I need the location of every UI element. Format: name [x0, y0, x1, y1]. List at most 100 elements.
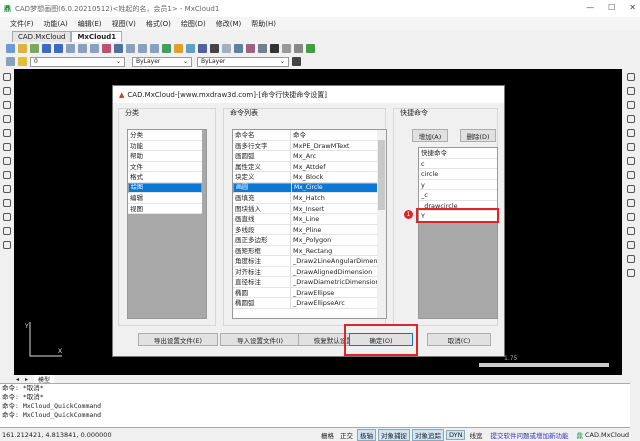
layer-state-icon[interactable]: [18, 57, 27, 66]
table-row[interactable]: 对齐标注 _DrawAlignedDimension: [233, 266, 378, 277]
copy-icon[interactable]: [627, 87, 635, 95]
canvas-scrollbar[interactable]: [479, 363, 609, 367]
table-row[interactable]: 画矩形框 Mx_Rectang: [233, 245, 378, 256]
category-list[interactable]: 分类 功能 帮助 文件 格式 绘图 编辑 视图: [127, 129, 207, 319]
tab-cad-mxcloud[interactable]: CAD.MxCloud: [12, 31, 72, 42]
menu-file[interactable]: 文件(F): [10, 19, 34, 29]
command-scrollbar[interactable]: [630, 383, 640, 428]
tab-prev-button[interactable]: ◂: [16, 376, 19, 383]
table-row[interactable]: 画圆弧 Mx_Arc: [233, 151, 378, 162]
table-row[interactable]: 块定义 Mx_Block: [233, 172, 378, 183]
shortcut-item[interactable]: c: [419, 159, 497, 169]
print-icon[interactable]: [258, 44, 267, 53]
shortcut-item[interactable]: circle: [419, 169, 497, 180]
extend-icon[interactable]: [627, 213, 635, 221]
array-icon[interactable]: [627, 129, 635, 137]
color-select[interactable]: ByLayer ⌄: [132, 56, 192, 67]
shortcut-item[interactable]: y: [419, 180, 497, 190]
osnap-toggle[interactable]: 对象捕捉: [378, 428, 410, 441]
fillet-icon[interactable]: [627, 255, 635, 263]
rectangle-icon[interactable]: [3, 101, 11, 109]
category-item[interactable]: 编辑: [128, 193, 202, 204]
command-window[interactable]: 命令: *取消* 命令: *取消* 命令: MxCloud_QuickComma…: [0, 383, 640, 428]
zoom-window-icon[interactable]: [66, 44, 75, 53]
table-row[interactable]: 画多行文字 MxPE_DrawMText: [233, 140, 378, 151]
zoom-extents-icon[interactable]: [126, 44, 135, 53]
minimize-button[interactable]: —: [586, 3, 594, 12]
properties-icon[interactable]: [234, 44, 243, 53]
category-item[interactable]: 功能: [128, 141, 202, 151]
match-icon[interactable]: [246, 44, 255, 53]
tab-mxcloud1[interactable]: MxCloud1: [71, 31, 123, 42]
layers-icon[interactable]: [198, 44, 207, 53]
save-icon[interactable]: [42, 44, 51, 53]
table-row[interactable]: 直径标注 _DrawDiametricDimension: [233, 277, 378, 288]
pencil-icon[interactable]: [174, 44, 183, 53]
polygon-icon[interactable]: [3, 115, 11, 123]
ucs-icon[interactable]: [114, 44, 123, 53]
polyline-icon[interactable]: [3, 87, 11, 95]
table-row[interactable]: 椭圆弧 _DrawEllipseArc: [233, 298, 378, 309]
table-row[interactable]: 图块插入 Mx_Insert: [233, 203, 378, 214]
menu-help[interactable]: 帮助(H): [251, 19, 276, 29]
spline-icon[interactable]: [3, 157, 11, 165]
table-row[interactable]: 多线段 Mx_Pline: [233, 224, 378, 235]
help-icon[interactable]: [294, 44, 303, 53]
polar-toggle[interactable]: 极轴: [357, 428, 376, 441]
chart-icon[interactable]: [186, 44, 195, 53]
import-settings-button[interactable]: 导入设置文件(I): [220, 333, 300, 346]
zoom-in-icon[interactable]: [78, 44, 87, 53]
move-tool-icon[interactable]: [627, 143, 635, 151]
pan-icon[interactable]: [102, 44, 111, 53]
otrack-toggle[interactable]: 对象追踪: [412, 428, 444, 441]
circle-icon[interactable]: [3, 143, 11, 151]
open-icon[interactable]: [18, 44, 27, 53]
menu-modify[interactable]: 修改(M): [216, 19, 242, 29]
scrollbar-thumb[interactable]: [378, 140, 385, 210]
open-folder-icon[interactable]: [30, 44, 39, 53]
category-item[interactable]: 文件: [128, 162, 202, 172]
zoom-realtime-icon[interactable]: [138, 44, 147, 53]
menu-format[interactable]: 格式(O): [146, 19, 171, 29]
layer-select[interactable]: 0 ⌄: [30, 56, 125, 67]
shortcut-item[interactable]: _c: [419, 190, 497, 201]
feedback-link[interactable]: 提交软件问题或增加新功能: [490, 430, 568, 440]
menu-function[interactable]: 功能(A): [44, 19, 68, 29]
mtext-icon[interactable]: [3, 227, 11, 235]
offset-icon[interactable]: [627, 115, 635, 123]
maximize-button[interactable]: ☐: [608, 3, 615, 12]
category-item[interactable]: 格式: [128, 172, 202, 183]
hatch-icon[interactable]: [3, 199, 11, 207]
plugin-icon[interactable]: [306, 44, 315, 53]
category-item[interactable]: 视图: [128, 204, 202, 214]
table-row[interactable]: 画正多边形 Mx_Polygon: [233, 235, 378, 246]
break-icon[interactable]: [627, 227, 635, 235]
add-button[interactable]: 增加(A): [412, 129, 448, 142]
table-row[interactable]: 画填充 Mx_Hatch: [233, 193, 378, 204]
line-icon[interactable]: [3, 73, 11, 81]
image-icon[interactable]: [222, 44, 231, 53]
menu-draw[interactable]: 绘图(D): [181, 19, 206, 29]
lineweight-icon[interactable]: [292, 57, 301, 66]
table-row[interactable]: 画直线 Mx_Line: [233, 214, 378, 225]
insert-block-icon[interactable]: [3, 185, 11, 193]
new-icon[interactable]: [6, 44, 15, 53]
shortcut-list[interactable]: 快捷命令 c circle y _c _drawcircle Y: [418, 147, 498, 319]
undo-icon[interactable]: [270, 44, 279, 53]
table-icon[interactable]: [3, 241, 11, 249]
table-row[interactable]: 属性定义 Mx_Attdef: [233, 161, 378, 172]
explode-icon[interactable]: [627, 269, 635, 277]
table-row[interactable]: 椭圆 _DrawEllipse: [233, 287, 378, 298]
measure-icon[interactable]: [210, 44, 219, 53]
layer-manager-icon[interactable]: [6, 57, 15, 66]
scale-icon[interactable]: [627, 171, 635, 179]
linetype-select[interactable]: ByLayer ⌄: [197, 56, 289, 67]
mirror-icon[interactable]: [627, 101, 635, 109]
delete-button[interactable]: 删除(D): [460, 129, 496, 142]
table-row[interactable]: 画圆 Mx_Circle: [233, 182, 378, 193]
ellipse-icon[interactable]: [3, 171, 11, 179]
zoom-previous-icon[interactable]: [150, 44, 159, 53]
export-settings-button[interactable]: 导出设置文件(E): [138, 333, 218, 346]
ok-button[interactable]: 确定(O): [349, 333, 413, 346]
command-table[interactable]: 命令名 命令 画多行文字 MxPE_DrawMText 画圆弧 Mx_Arc 属性定义 Mx…: [232, 129, 387, 319]
